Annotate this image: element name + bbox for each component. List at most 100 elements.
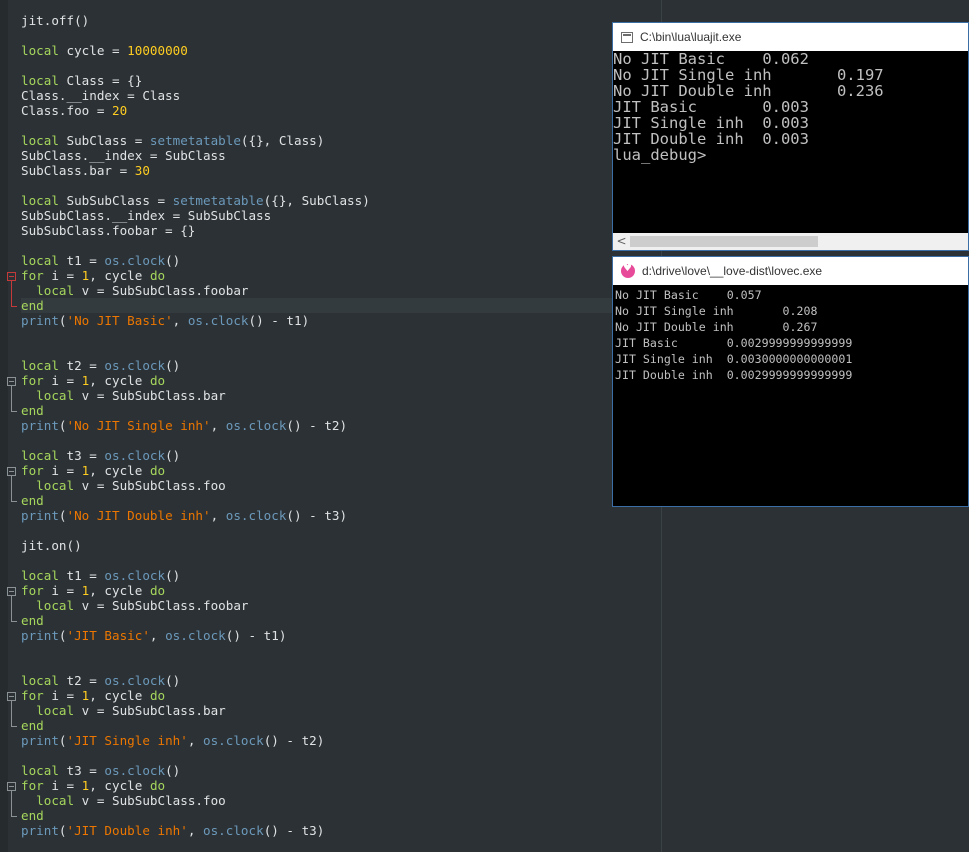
code-line[interactable]: for i = 1, cycle do <box>21 373 661 388</box>
code-line[interactable]: local SubSubClass = setmetatable({}, Sub… <box>21 193 661 208</box>
code-line[interactable]: for i = 1, cycle do <box>21 463 661 478</box>
code-line[interactable]: end <box>21 718 661 733</box>
code-token: print <box>21 313 59 328</box>
fold-collapse-icon[interactable] <box>7 782 16 791</box>
code-token: local <box>21 73 59 88</box>
code-line[interactable] <box>21 178 661 193</box>
code-line[interactable] <box>21 643 661 658</box>
code-line[interactable]: local v = SubSubClass.foobar <box>21 598 661 613</box>
code-line[interactable]: local SubClass = setmetatable({}, Class) <box>21 133 661 148</box>
console-output-line: No JIT Double inh 0.267 <box>615 320 818 334</box>
code-line[interactable]: local t1 = os.clock() <box>21 253 661 268</box>
code-line[interactable]: Class.__index = Class <box>21 88 661 103</box>
code-line[interactable]: for i = 1, cycle do <box>21 778 661 793</box>
luajit-titlebar[interactable]: C:\bin\lua\luajit.exe <box>613 23 968 51</box>
fold-collapse-icon[interactable] <box>7 467 16 476</box>
fold-collapse-icon[interactable] <box>7 377 16 386</box>
code-token: v = SubSubClass.bar <box>74 703 226 718</box>
code-token: 'JIT Basic' <box>66 628 150 643</box>
code-line[interactable]: Class.foo = 20 <box>21 103 661 118</box>
code-line[interactable]: jit.off() <box>21 13 661 28</box>
code-line[interactable]: for i = 1, cycle do <box>21 688 661 703</box>
code-token: local <box>21 43 59 58</box>
code-line[interactable]: local t2 = os.clock() <box>21 358 661 373</box>
code-line[interactable]: for i = 1, cycle do <box>21 268 661 283</box>
code-line[interactable]: end <box>21 298 661 313</box>
lovec-console-window[interactable]: d:\drive\love\__love-dist\lovec.exe No J… <box>612 256 969 507</box>
code-token: cycle = <box>58 43 128 58</box>
code-line[interactable]: end <box>21 613 661 628</box>
code-line[interactable] <box>21 748 661 763</box>
code-line[interactable]: print('JIT Single inh', os.clock() - t2) <box>21 733 661 748</box>
code-line[interactable]: local t1 = os.clock() <box>21 568 661 583</box>
code-line[interactable]: local Class = {} <box>21 73 661 88</box>
code-line[interactable]: local v = SubSubClass.foo <box>21 793 661 808</box>
code-token: 20 <box>112 103 128 118</box>
code-line[interactable] <box>21 328 661 343</box>
fold-collapse-icon[interactable] <box>7 272 16 281</box>
code-token: print <box>21 823 59 838</box>
code-line[interactable]: local v = SubSubClass.foo <box>21 478 661 493</box>
code-token: i = <box>43 463 82 478</box>
code-line[interactable]: local t3 = os.clock() <box>21 448 661 463</box>
code-line[interactable]: print('No JIT Double inh', os.clock() - … <box>21 508 661 523</box>
code-token: os.clock <box>187 313 249 328</box>
code-token: , <box>210 418 226 433</box>
code-line[interactable] <box>21 28 661 43</box>
lovec-titlebar[interactable]: d:\drive\love\__love-dist\lovec.exe <box>613 257 968 285</box>
code-token: os.clock <box>104 253 166 268</box>
code-token: ( <box>58 733 67 748</box>
code-token: Class.foo = <box>21 103 112 118</box>
code-lines[interactable]: jit.off() local cycle = 10000000 local Cla… <box>21 13 661 838</box>
code-line[interactable]: print('No JIT Basic', os.clock() - t1) <box>21 313 661 328</box>
scrollbar-thumb[interactable] <box>630 236 818 247</box>
horizontal-scrollbar[interactable]: < <box>613 233 968 250</box>
code-line[interactable] <box>21 433 661 448</box>
code-line[interactable] <box>21 118 661 133</box>
code-line[interactable] <box>21 553 661 568</box>
code-line[interactable]: jit.on() <box>21 538 661 553</box>
code-line[interactable]: print('No JIT Single inh', os.clock() - … <box>21 418 661 433</box>
scroll-left-icon[interactable]: < <box>613 233 630 250</box>
code-line[interactable] <box>21 343 661 358</box>
code-token: () <box>165 253 181 268</box>
code-line[interactable]: print('JIT Basic', os.clock() - t1) <box>21 628 661 643</box>
code-line[interactable] <box>21 523 661 538</box>
code-line[interactable]: end <box>21 493 661 508</box>
code-line[interactable]: local v = SubSubClass.bar <box>21 703 661 718</box>
code-token: local <box>21 568 59 583</box>
code-line[interactable]: local v = SubSubClass.foobar <box>21 283 661 298</box>
fold-collapse-icon[interactable] <box>7 692 16 701</box>
code-line[interactable] <box>21 658 661 673</box>
code-line[interactable]: local t3 = os.clock() <box>21 763 661 778</box>
code-token: end <box>21 718 44 733</box>
code-line[interactable]: local v = SubSubClass.bar <box>21 388 661 403</box>
fold-collapse-icon[interactable] <box>7 587 16 596</box>
code-line[interactable]: for i = 1, cycle do <box>21 583 661 598</box>
code-token: ( <box>58 508 67 523</box>
code-line[interactable]: SubClass.bar = 30 <box>21 163 661 178</box>
code-token: 'No JIT Double inh' <box>66 508 211 523</box>
code-line[interactable]: local cycle = 10000000 <box>21 43 661 58</box>
code-line[interactable] <box>21 238 661 253</box>
luajit-console-window[interactable]: C:\bin\lua\luajit.exe No JIT Basic 0.062… <box>612 22 969 251</box>
code-token: SubClass.__index = SubClass <box>21 148 226 163</box>
code-line[interactable]: SubClass.__index = SubClass <box>21 148 661 163</box>
code-token: os.clock <box>225 508 287 523</box>
code-line[interactable]: end <box>21 403 661 418</box>
code-token: setmetatable <box>149 133 241 148</box>
code-line[interactable]: end <box>21 808 661 823</box>
code-line[interactable]: SubSubClass.foobar = {} <box>21 223 661 238</box>
code-line[interactable]: local t2 = os.clock() <box>21 673 661 688</box>
code-token: , cycle <box>89 373 150 388</box>
code-line[interactable]: print('JIT Double inh', os.clock() - t3) <box>21 823 661 838</box>
code-token: Class = {} <box>58 73 143 88</box>
code-line[interactable] <box>21 58 661 73</box>
code-line[interactable]: SubSubClass.__index = SubSubClass <box>21 208 661 223</box>
code-token: 'JIT Single inh' <box>66 733 188 748</box>
console-output-line: JIT Double inh 0.003 <box>613 130 809 148</box>
code-token: os.clock <box>104 358 166 373</box>
